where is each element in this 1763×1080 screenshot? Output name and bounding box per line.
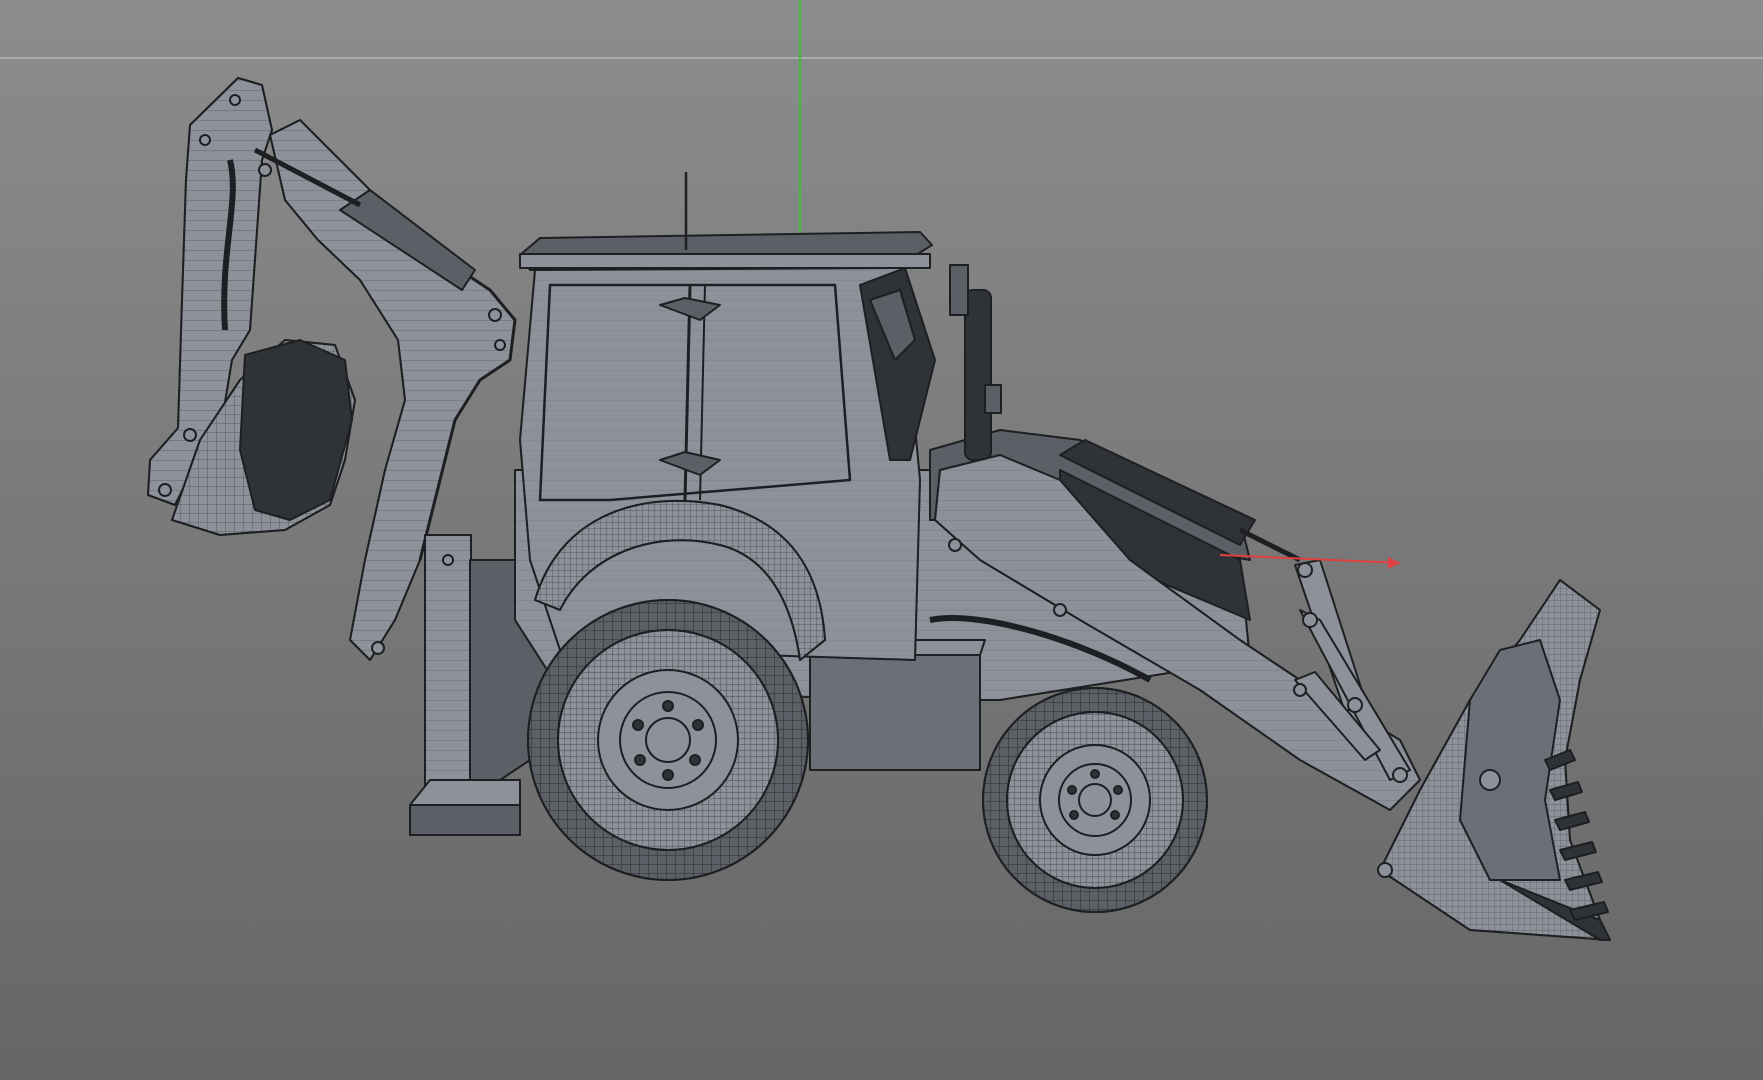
front-wheel[interactable] [982,687,1208,913]
3d-viewport[interactable] [0,0,1763,1080]
viewport-canvas[interactable] [0,0,1763,1080]
rear-wheel[interactable] [527,599,809,881]
